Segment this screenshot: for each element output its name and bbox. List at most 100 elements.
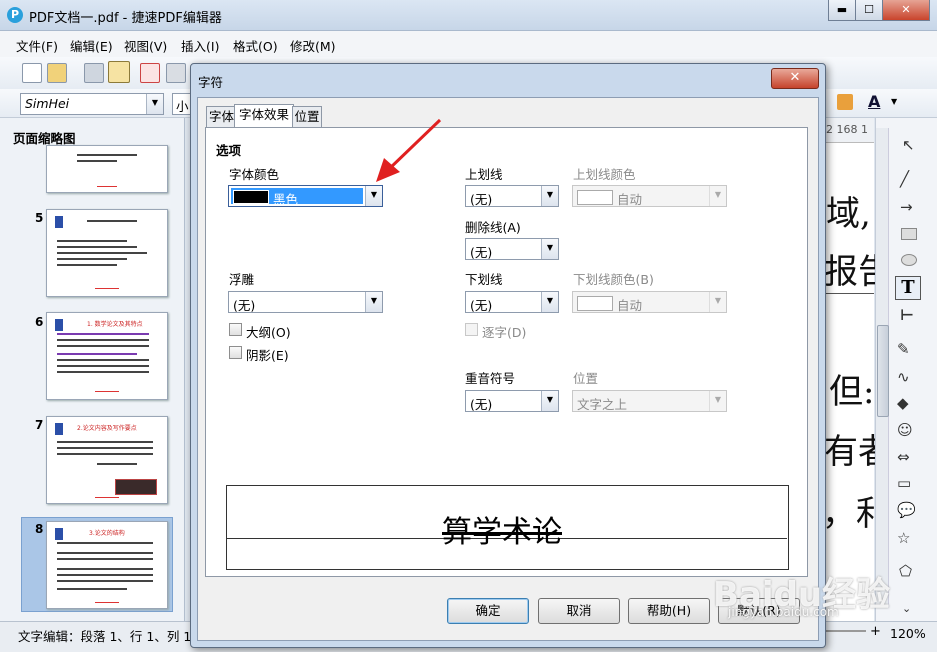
overline-label: 上划线 [465, 167, 503, 182]
ok-button[interactable]: 确定 [447, 598, 529, 624]
text-tool-icon[interactable]: T [895, 276, 921, 300]
minimize-button[interactable]: ▬ [828, 0, 856, 21]
tab-font-effects[interactable]: 字体效果 [234, 104, 294, 129]
menu-insert[interactable]: 插入(I) [181, 36, 219, 55]
page-thumbnail[interactable]: 3.论文的结构 [46, 521, 168, 609]
red-arrow-icon [376, 118, 442, 182]
thumb-heading: 3.论文的结构 [89, 530, 125, 537]
scrollbar-thumb[interactable] [877, 325, 889, 417]
font-color-icon[interactable]: A [868, 92, 880, 111]
font-family-value: SimHei [25, 96, 70, 111]
underline-select[interactable]: (无) ▼ [465, 291, 559, 313]
chevron-down-icon: ▼ [365, 186, 382, 206]
text-cursor-icon[interactable]: ⊢ [900, 306, 914, 324]
zoom-in-icon[interactable]: + [870, 624, 881, 639]
menu-edit[interactable]: 编辑(E) [70, 36, 113, 55]
maximize-button[interactable]: ☐ [855, 0, 883, 21]
zoom-slider[interactable] [826, 630, 866, 632]
shape-diamond-icon[interactable]: ◆ [897, 394, 909, 412]
page-number: 7 [35, 418, 44, 432]
export-pdf-icon[interactable] [140, 63, 160, 83]
overline-color-value: 自动 [617, 192, 643, 207]
position-value: 文字之上 [577, 397, 628, 412]
word-by-word-checkbox[interactable] [465, 323, 478, 336]
cancel-button[interactable]: 取消 [538, 598, 620, 624]
select-pointer-icon[interactable]: ↖ [902, 136, 915, 154]
overline-select[interactable]: (无) ▼ [465, 185, 559, 207]
chevron-down-icon: ▼ [541, 292, 558, 312]
window-title: PDF文档一.pdf - 捷速PDF编辑器 [29, 11, 222, 26]
menu-format[interactable]: 格式(O) [233, 36, 278, 55]
emphasis-position-select[interactable]: 文字之上 ▼ [572, 390, 727, 412]
line-tool-icon[interactable]: ╱ [900, 170, 909, 188]
rectangle-tool-icon[interactable] [901, 228, 917, 240]
underline-color-select[interactable]: 自动 ▼ [572, 291, 727, 313]
color-swatch-black [233, 190, 269, 204]
ruler-numbers: 2 168 1 [826, 123, 868, 136]
underline-value: (无) [470, 298, 493, 313]
font-color-dropdown-icon[interactable]: ▼ [891, 97, 897, 106]
menu-file[interactable]: 文件(F) [16, 36, 58, 55]
save-icon[interactable] [84, 63, 104, 83]
ellipse-tool-icon[interactable] [901, 254, 917, 266]
page-thumbnail[interactable] [46, 145, 168, 193]
open-folder-icon[interactable] [47, 63, 67, 83]
polygon-tool-icon[interactable]: ⬠ [899, 562, 912, 580]
status-text: 文字编辑：段落 1、行 1、列 13 [18, 629, 200, 644]
print-icon[interactable] [166, 63, 186, 83]
tab-position[interactable]: 位置 [292, 106, 322, 127]
arrow-tool-icon[interactable]: → [900, 198, 913, 216]
font-color-select[interactable]: 黑色 ▼ [228, 185, 383, 207]
relief-select[interactable]: (无) ▼ [228, 291, 383, 313]
help-button[interactable]: 帮助(H) [628, 598, 710, 624]
page-number: 6 [35, 315, 44, 329]
doc-text-fragment: 域, [826, 194, 871, 234]
page-thumbnail[interactable] [46, 209, 168, 297]
dialog-close-button[interactable]: ✕ [771, 68, 819, 89]
font-size-select[interactable]: 小 [172, 93, 192, 115]
new-document-icon[interactable] [22, 63, 42, 83]
preview-text: 算学术论 [442, 515, 562, 550]
freehand-tool-icon[interactable]: ✎ [897, 340, 910, 358]
smiley-shape-icon[interactable]: ☺ [897, 421, 913, 439]
thumb-heading: 2.论文内容及写作要点 [77, 425, 137, 432]
font-family-select[interactable]: SimHei ▼ [20, 93, 164, 115]
strikethrough-select[interactable]: (无) ▼ [465, 238, 559, 260]
flowchart-icon[interactable]: ▭ [897, 474, 911, 492]
more-tools-icon[interactable]: ⌄ [902, 602, 911, 615]
menu-modify[interactable]: 修改(M) [290, 36, 336, 55]
thumb-image [115, 479, 157, 495]
doc-text-fragment: 但: [829, 372, 875, 412]
color-swatch-auto [577, 296, 613, 311]
strikethrough-value: (无) [470, 245, 493, 260]
curve-tool-icon[interactable]: ∿ [897, 368, 910, 386]
overline-color-label: 上划线颜色 [573, 167, 636, 182]
strikethrough-label: 删除线(A) [465, 220, 521, 235]
font-color-value: 黑色 [273, 192, 299, 207]
overline-color-select[interactable]: 自动 ▼ [572, 185, 727, 207]
shadow-label: 阴影(E) [246, 348, 289, 363]
overline-value: (无) [470, 192, 493, 207]
tab-font[interactable]: 字体 [206, 106, 237, 127]
emphasis-select[interactable]: (无) ▼ [465, 390, 559, 412]
font-size-value: 小 [176, 99, 189, 114]
menu-view[interactable]: 视图(V) [124, 36, 167, 55]
page-thumbnail[interactable]: 2.论文内容及写作要点 [46, 416, 168, 504]
edit-pencil-icon[interactable] [108, 61, 130, 83]
double-arrow-icon[interactable]: ⇔ [897, 448, 910, 466]
color-swatch-auto [577, 190, 613, 205]
chevron-down-icon: ▼ [146, 94, 163, 114]
highlight-icon[interactable] [837, 94, 853, 110]
dialog-title: 字符 [198, 75, 224, 90]
relief-label: 浮雕 [229, 272, 255, 287]
callout-icon[interactable]: 💬 [897, 501, 916, 519]
chevron-down-icon: ▼ [709, 186, 726, 206]
emphasis-value: (无) [470, 397, 493, 412]
page-thumbnail[interactable]: 1. 数学论文及其特点 [46, 312, 168, 400]
chevron-down-icon: ▼ [541, 391, 558, 411]
close-button[interactable]: ✕ [882, 0, 930, 21]
outline-checkbox[interactable] [229, 323, 242, 336]
shadow-checkbox[interactable] [229, 346, 242, 359]
star-shape-icon[interactable]: ☆ [897, 529, 910, 547]
zoom-level: 120% [890, 626, 926, 641]
